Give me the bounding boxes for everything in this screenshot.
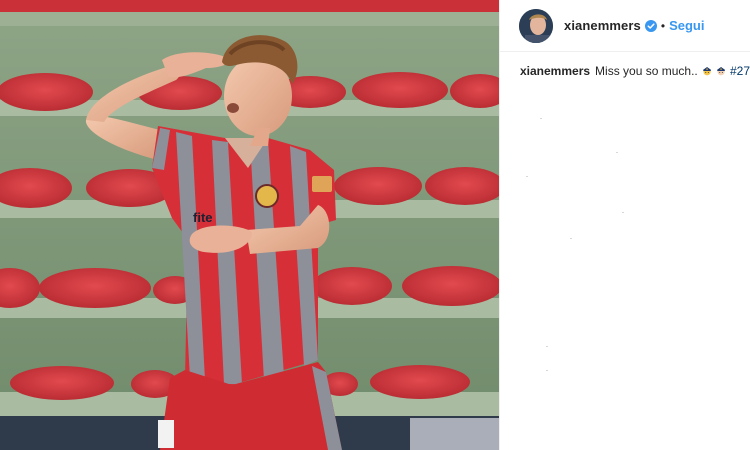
post-photo: fite — [0, 0, 499, 450]
artifact-speck — [540, 118, 542, 119]
police-officer-emoji-icon — [716, 67, 725, 76]
police-officer-emoji-icon — [702, 67, 711, 76]
follow-button[interactable]: Segui — [669, 18, 704, 33]
caption-username[interactable]: xianemmers — [520, 64, 590, 78]
header-username[interactable]: xianemmers — [564, 18, 641, 33]
caption-text: Miss you so much.. — [595, 64, 698, 78]
hashtag-link[interactable]: #27 — [730, 64, 750, 78]
post-header: xianemmers • Segui — [500, 0, 750, 52]
artifact-speck — [616, 152, 618, 153]
player-saluting-image: fite — [0, 0, 499, 450]
svg-text:fite: fite — [193, 210, 213, 225]
separator-dot: • — [660, 18, 666, 33]
artifact-speck — [622, 212, 624, 213]
artifact-speck — [546, 346, 548, 347]
artifact-speck — [526, 176, 528, 177]
post-sidebar: xianemmers • Segui xianemmers Miss you s… — [499, 0, 750, 450]
artifact-speck — [546, 370, 548, 371]
avatar-image — [519, 8, 553, 43]
artifact-speck — [570, 238, 572, 239]
caption: xianemmers Miss you so much.. #27 — [500, 52, 750, 78]
avatar[interactable] — [519, 8, 553, 43]
verified-badge-icon — [644, 19, 657, 32]
